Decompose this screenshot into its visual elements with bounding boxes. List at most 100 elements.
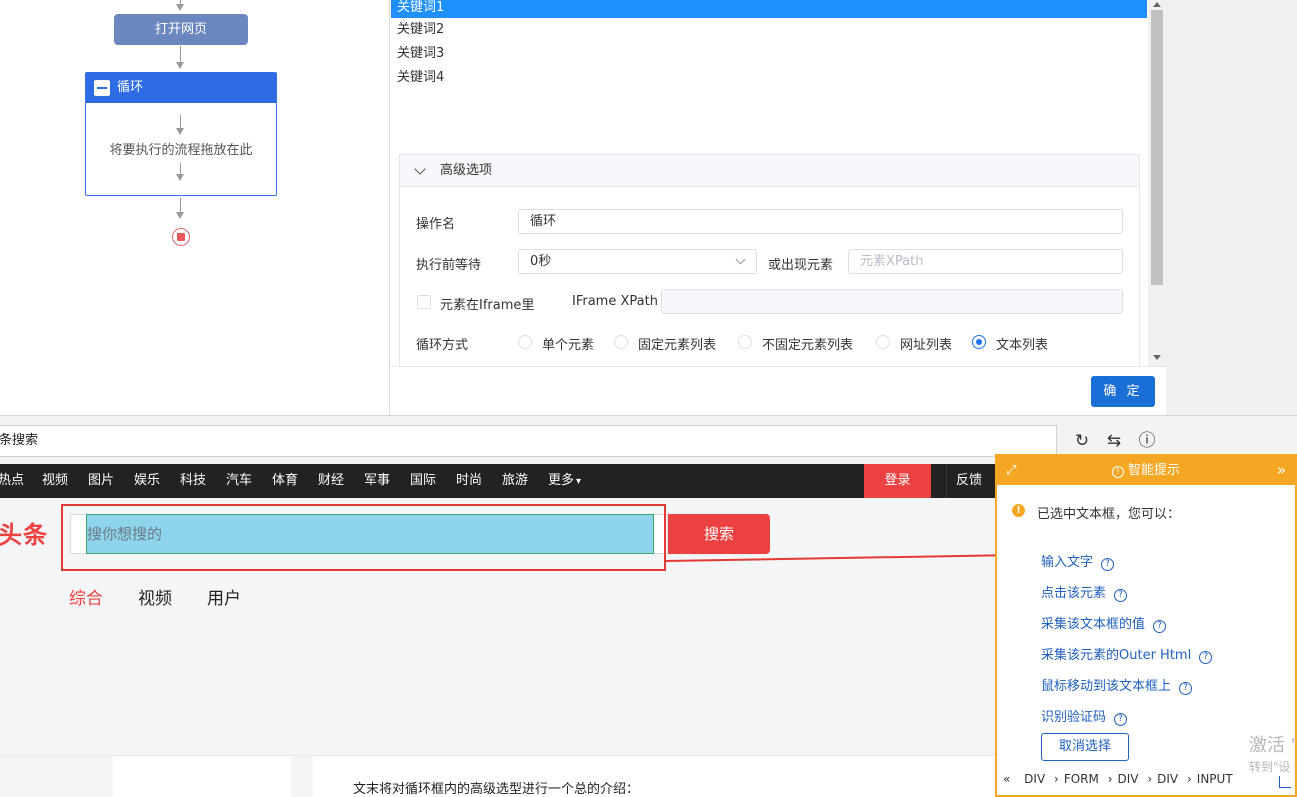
tab-user[interactable]: 用户 <box>207 584 241 609</box>
open-page-node[interactable]: 打开网页 <box>114 14 248 45</box>
advanced-options-header[interactable]: 高级选项 <box>400 155 1139 187</box>
cancel-selection-button[interactable]: 取消选择 <box>1041 733 1129 761</box>
warning-icon: ! <box>1012 504 1025 517</box>
radio-fixed-list[interactable] <box>614 335 628 349</box>
site-logo[interactable]: 头条 <box>0 515 48 550</box>
feedback-link[interactable]: 反馈 <box>946 464 994 498</box>
action-collect-outer-html[interactable]: 采集该元素的Outer Html? <box>1041 644 1213 664</box>
refresh-icon[interactable]: ↻ <box>1072 431 1092 451</box>
smart-tip-header: ⤢ ! 智能提示 » <box>997 456 1295 485</box>
collapse-panel-icon[interactable]: » <box>1277 456 1286 485</box>
login-button[interactable]: 登录 <box>864 464 931 498</box>
radio-text-list[interactable] <box>972 335 986 349</box>
wait-label: 执行前等待 <box>416 258 482 273</box>
resize-icon[interactable] <box>1279 776 1291 788</box>
help-icon[interactable]: ? <box>1114 713 1128 726</box>
iframe-xpath-label: IFrame XPath <box>572 294 658 309</box>
help-icon[interactable]: ? <box>1179 682 1193 695</box>
annotation-arrow <box>666 549 1030 562</box>
nav-item[interactable]: 军事 <box>364 464 390 498</box>
breadcrumb-item[interactable]: INPUT <box>1197 772 1233 786</box>
action-label: 鼠标移动到该文本框上 <box>1041 679 1172 694</box>
background-strip <box>1166 0 1297 415</box>
breadcrumb-item[interactable]: DIV <box>1024 772 1045 786</box>
nav-item[interactable]: 财经 <box>318 464 344 498</box>
radio-unfixed-list[interactable] <box>738 335 752 349</box>
collapse-icon[interactable] <box>94 80 110 96</box>
panel-scrollbar[interactable] <box>1148 0 1166 366</box>
iframe-checkbox[interactable] <box>417 295 431 309</box>
breadcrumb-item[interactable]: DIV <box>1157 772 1178 786</box>
breadcrumb-item[interactable]: FORM <box>1064 772 1099 786</box>
help-icon[interactable]: ? <box>1114 589 1128 602</box>
op-name-input[interactable]: 循环 <box>518 209 1123 234</box>
list-item[interactable]: 关键词2 <box>391 18 1147 42</box>
action-click-element[interactable]: 点击该元素? <box>1041 582 1128 602</box>
scroll-thumb[interactable] <box>1151 10 1163 285</box>
chevron-down-icon: ▾ <box>576 476 582 487</box>
action-input-text[interactable]: 输入文字? <box>1041 551 1115 571</box>
radio-single-element[interactable] <box>518 335 532 349</box>
tab-all[interactable]: 综合 <box>69 584 103 609</box>
radio-label: 文本列表 <box>996 338 1049 353</box>
radio-label: 固定元素列表 <box>638 338 717 353</box>
nav-item[interactable]: 图片 <box>88 464 114 498</box>
action-label: 点击该元素 <box>1041 586 1107 601</box>
help-icon[interactable]: ? <box>1153 620 1167 633</box>
list-item[interactable]: 关键词4 <box>391 66 1147 90</box>
info-icon[interactable]: ⓘ <box>1137 431 1157 451</box>
iframe-label: 元素在Iframe里 <box>440 298 535 313</box>
workflow-canvas: 打开网页 循环 将要执行的流程拖放在此 <box>0 0 390 415</box>
action-collect-value[interactable]: 采集该文本框的值? <box>1041 613 1167 633</box>
chevron-right-icon: › <box>1107 772 1113 786</box>
or-element-label: 或出现元素 <box>768 258 834 273</box>
list-item[interactable]: 关键词3 <box>391 42 1147 66</box>
list-item[interactable]: 关键词1 <box>391 0 1147 18</box>
nav-item[interactable]: 旅游 <box>502 464 528 498</box>
connector-arrow <box>176 4 184 11</box>
scroll-down-icon[interactable] <box>1153 355 1161 360</box>
radio-label: 不固定元素列表 <box>762 338 854 353</box>
loop-node-header[interactable]: 循环 <box>86 73 276 103</box>
loop-node[interactable]: 循环 将要执行的流程拖放在此 <box>85 72 277 196</box>
nav-item[interactable]: 体育 <box>272 464 298 498</box>
nav-item[interactable]: 汽车 <box>226 464 252 498</box>
wait-select-value: 0秒 <box>530 254 552 269</box>
expand-icon[interactable]: ⤢ <box>1006 456 1016 485</box>
config-panel: 关键词1 关键词2 关键词3 关键词4 高级选项 操作名 循环 执行前等待 0秒… <box>391 0 1166 415</box>
help-icon[interactable]: ? <box>1199 651 1213 664</box>
nav-item-more[interactable]: 更多 ▾ <box>548 464 581 499</box>
nav-item[interactable]: 科技 <box>180 464 206 498</box>
help-icon[interactable]: ? <box>1101 558 1115 571</box>
scroll-up-icon[interactable] <box>1153 2 1161 7</box>
iframe-xpath-input <box>661 289 1123 314</box>
loop-node-title: 循环 <box>117 80 144 95</box>
content-gap <box>0 756 113 797</box>
chevron-double-left-icon[interactable]: « <box>1003 772 1010 786</box>
nav-item[interactable]: 视频 <box>42 464 68 498</box>
switch-icon[interactable]: ⇆ <box>1104 431 1124 451</box>
nav-item[interactable]: 娱乐 <box>134 464 160 498</box>
element-breadcrumb: « DIV › FORM › DIV › DIV › INPUT <box>1003 772 1233 786</box>
loop-drop-hint: 将要执行的流程拖放在此 <box>109 143 253 158</box>
action-label: 采集该文本框的值 <box>1041 617 1146 632</box>
keyword-list[interactable]: 关键词1 关键词2 关键词3 关键词4 <box>391 0 1147 145</box>
activation-watermark: 转到"设 <box>1249 760 1291 774</box>
nav-more-label: 更多 <box>548 473 575 488</box>
activation-watermark: 激活 ' <box>1249 735 1296 756</box>
nav-item[interactable]: 时尚 <box>456 464 482 498</box>
xpath-input[interactable]: 元素XPath <box>848 249 1123 274</box>
action-captcha[interactable]: 识别验证码? <box>1041 706 1128 726</box>
end-node-icon <box>172 228 190 246</box>
breadcrumb-item[interactable]: DIV <box>1118 772 1139 786</box>
wait-select[interactable]: 0秒 <box>518 249 757 274</box>
chevron-down-icon <box>414 163 426 175</box>
radio-url-list[interactable] <box>876 335 890 349</box>
tab-video[interactable]: 视频 <box>138 584 172 609</box>
nav-item[interactable]: 国际 <box>410 464 436 498</box>
nav-item[interactable]: 热点 <box>0 464 24 498</box>
chevron-right-icon: › <box>1186 772 1192 786</box>
ok-button[interactable]: 确 定 <box>1091 376 1155 407</box>
address-input[interactable]: 条搜索 <box>0 425 1057 457</box>
action-hover[interactable]: 鼠标移动到该文本框上? <box>1041 675 1193 695</box>
